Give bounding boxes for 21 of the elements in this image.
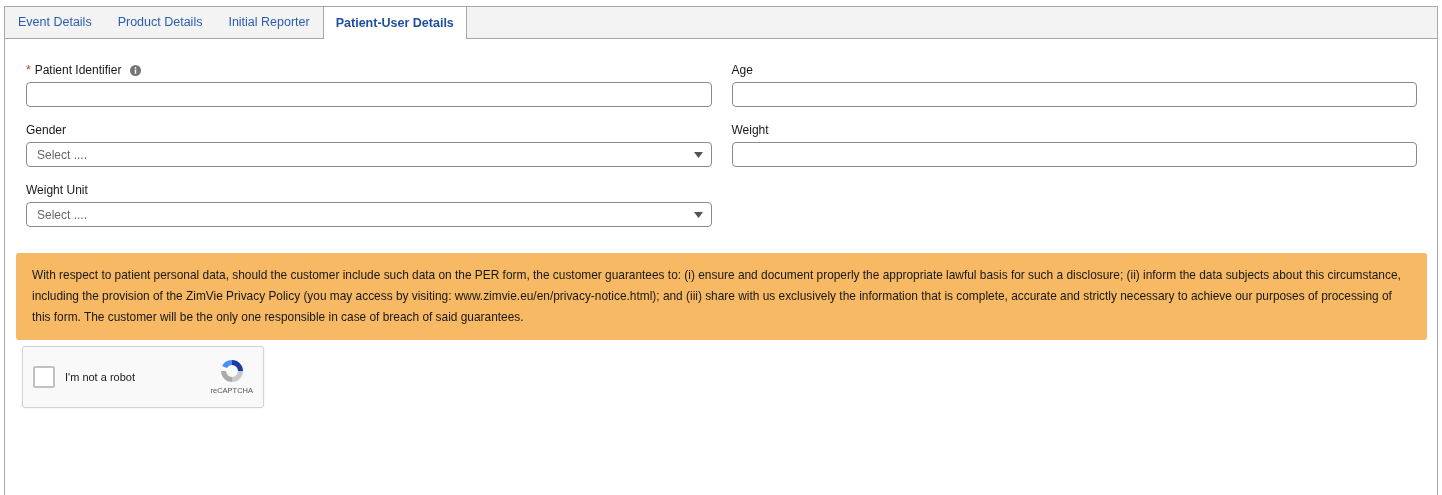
field-label: Patient Identifier — [34, 62, 122, 79]
captcha-label: I'm not a robot — [65, 369, 136, 385]
tab[interactable]: Initial Reporter — [215, 7, 323, 38]
field-label: Weight — [731, 122, 769, 139]
select-field[interactable]: Select .... — [26, 202, 712, 227]
dropdown-caret-icon — [693, 151, 703, 158]
tab[interactable]: Event Details — [5, 7, 105, 38]
field-label: Weight Unit — [26, 182, 88, 199]
info-icon[interactable] — [130, 64, 142, 76]
input-field[interactable] — [731, 82, 1417, 107]
tab[interactable]: Patient-User Details — [322, 7, 467, 39]
dropdown-caret-icon — [693, 211, 703, 218]
captcha-checkbox[interactable] — [33, 366, 55, 388]
input-field[interactable] — [26, 82, 712, 107]
input-field[interactable] — [731, 142, 1417, 167]
required-mark: * — [26, 62, 31, 79]
field-label: Age — [731, 62, 753, 79]
tab[interactable]: Product Details — [104, 7, 216, 38]
field-label: Gender — [26, 122, 67, 139]
privacy-notice: With respect to patient personal data, should the customer include such data on the PER form, the customer guarantees to: (i) ensure and document properly the appropriate lawful basis for such a disclosure; (ii) inform the data subjects about this circumstance, including the provision of the ZimVie Privacy Policy (you may access by visiting: www.zimvie.eu/en/privacy-notice.html); and (iii) share with us exclusively the information that is complete, accurate and strictly necessary to achieve our purposes of processing of this form. The customer will be the only one responsible in case of breach of said guarantees. — [16, 253, 1427, 340]
select-field[interactable]: Select .... — [26, 142, 712, 167]
